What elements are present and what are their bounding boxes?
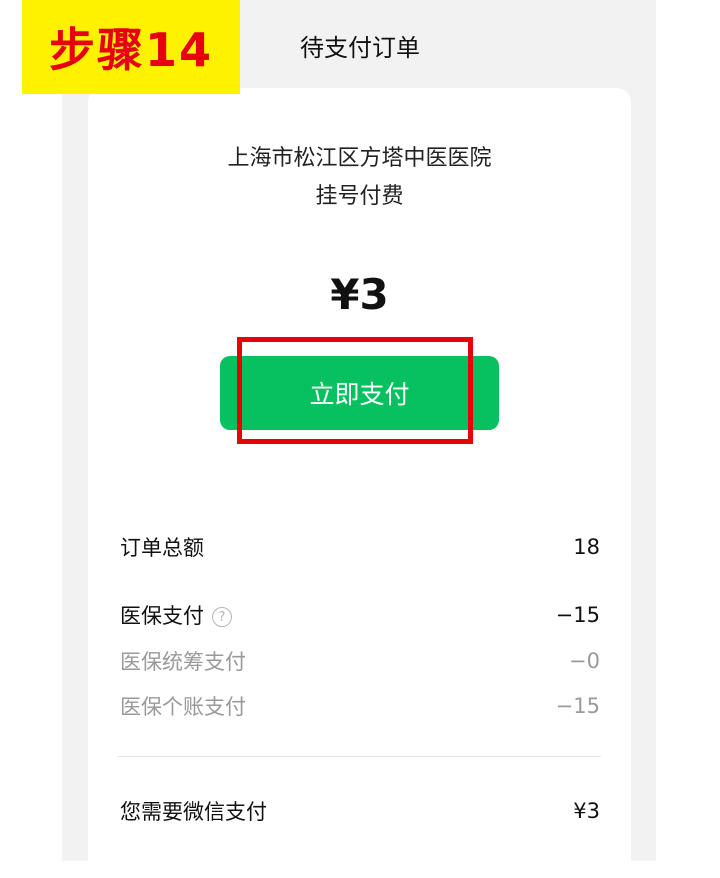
- summary-row-wechat: 您需要微信支付 ¥3: [120, 796, 600, 826]
- summary-row-personal: 医保个账支付 −15: [120, 691, 600, 721]
- personal-label: 医保个账支付: [120, 695, 246, 719]
- order-card: 上海市松江区方塔中医医院 挂号付费 ¥3 立即支付 订单总额 18 医保支付? …: [88, 88, 631, 878]
- help-icon[interactable]: ?: [212, 607, 232, 627]
- highlight-annotation-box: [237, 337, 473, 444]
- wechat-label: 您需要微信支付: [120, 800, 267, 824]
- pooled-label: 医保统筹支付: [120, 650, 246, 674]
- insurance-label: 医保支付: [120, 604, 204, 628]
- order-item: 挂号付费: [315, 184, 404, 209]
- pay-amount: ¥3: [330, 270, 389, 319]
- total-label: 订单总额: [120, 536, 204, 560]
- insurance-label-group: 医保支付?: [120, 600, 232, 630]
- summary-row-pooled: 医保统筹支付 −0: [120, 646, 600, 676]
- pooled-value: −0: [569, 649, 600, 673]
- personal-value: −15: [555, 694, 600, 718]
- divider: [118, 756, 601, 757]
- insurance-value: −15: [555, 603, 600, 627]
- summary-row-total: 订单总额 18: [120, 532, 600, 562]
- total-value: 18: [573, 535, 600, 559]
- wechat-value: ¥3: [573, 799, 600, 823]
- summary-row-insurance: 医保支付? −15: [120, 600, 600, 630]
- step-badge: 步骤14: [22, 0, 240, 94]
- merchant-info: 上海市松江区方塔中医医院 挂号付费: [88, 140, 631, 216]
- merchant-name: 上海市松江区方塔中医医院: [227, 146, 492, 171]
